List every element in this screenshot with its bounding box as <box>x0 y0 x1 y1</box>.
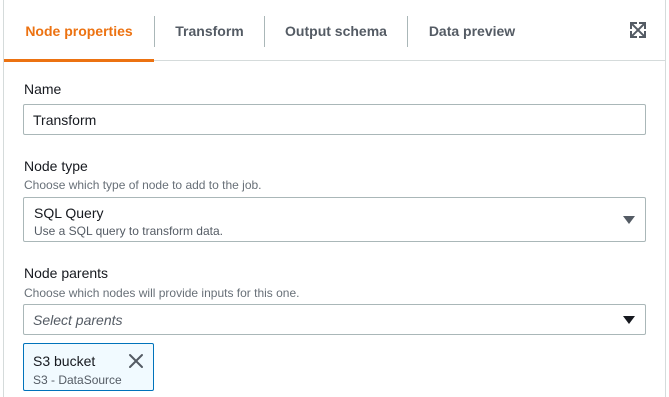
tab-bar: Node properties Transform Output schema … <box>4 0 665 62</box>
node-type-select[interactable]: SQL Query Use a SQL query to transform d… <box>23 197 646 242</box>
caret-down-icon <box>623 216 635 224</box>
node-parents-placeholder: Select parents <box>33 311 123 328</box>
tab-label: Output schema <box>285 22 387 39</box>
tab-transform[interactable]: Transform <box>155 0 264 61</box>
node-type-selected-label: SQL Query <box>34 205 104 221</box>
close-icon[interactable] <box>128 353 144 369</box>
name-input[interactable]: Transform <box>23 104 646 135</box>
node-type-label: Node type <box>24 158 88 174</box>
tab-node-properties[interactable]: Node properties <box>4 0 154 62</box>
tab-label: Transform <box>175 22 244 39</box>
expand-icon[interactable] <box>629 21 647 39</box>
parent-token: S3 bucket S3 - DataSource <box>23 343 154 391</box>
tab-output-schema[interactable]: Output schema <box>265 0 407 61</box>
parent-token-sublabel: S3 - DataSource <box>33 373 122 387</box>
node-parents-select[interactable]: Select parents <box>23 304 646 335</box>
tab-label: Data preview <box>428 22 516 39</box>
name-label: Name <box>24 81 62 97</box>
node-details-panel: Node properties Transform Output schema … <box>3 0 666 397</box>
node-type-selected-description: Use a SQL query to transform data. <box>34 224 223 238</box>
parent-token-label: S3 bucket <box>33 353 96 369</box>
node-type-description: Choose which type of node to add to the … <box>24 178 262 192</box>
tab-data-preview[interactable]: Data preview <box>408 0 536 61</box>
caret-down-icon <box>623 316 635 324</box>
tab-label: Node properties <box>25 22 133 39</box>
name-input-value: Transform <box>33 111 97 128</box>
node-parents-description: Choose which nodes will provide inputs f… <box>24 286 300 300</box>
node-parents-label: Node parents <box>24 265 109 281</box>
